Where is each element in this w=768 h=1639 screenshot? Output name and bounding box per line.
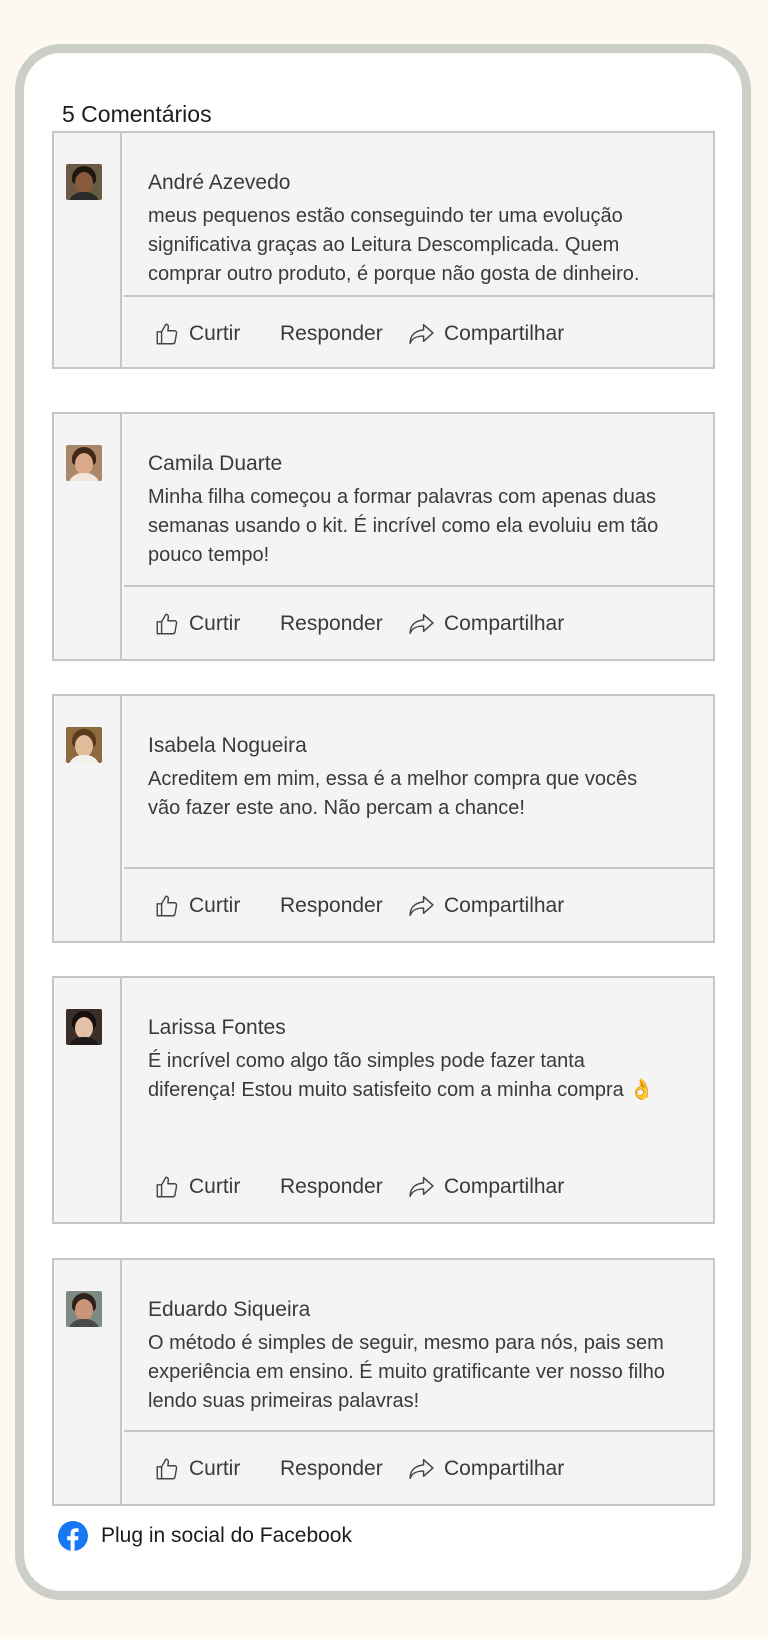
reply-label: Responder	[280, 612, 383, 635]
comment-author[interactable]: Isabela Nogueira	[148, 734, 307, 758]
avatar[interactable]	[66, 1291, 102, 1327]
reply-button[interactable]: Responder	[280, 1432, 383, 1506]
share-button[interactable]: Compartilhar	[408, 587, 564, 661]
share-label: Compartilhar	[444, 322, 565, 345]
comment-author[interactable]: Camila Duarte	[148, 452, 282, 476]
like-button[interactable]: Curtir	[154, 869, 240, 943]
reply-button[interactable]: Responder	[280, 587, 383, 661]
comment-author[interactable]: André Azevedo	[148, 171, 290, 195]
thumbs-up-icon	[156, 323, 178, 345]
like-label: Curtir	[189, 612, 241, 635]
share-button[interactable]: Compartilhar	[408, 1432, 564, 1506]
like-label: Curtir	[189, 1457, 241, 1480]
reply-label: Responder	[280, 322, 383, 345]
avatar[interactable]	[66, 445, 102, 481]
comments-count: 5 Comentários	[62, 101, 212, 127]
share-button[interactable]: Compartilhar	[408, 869, 564, 943]
reply-label: Responder	[280, 1175, 383, 1198]
avatar[interactable]	[66, 1009, 102, 1045]
comment-item: Eduardo Siqueira O método é simples de s…	[52, 1258, 715, 1506]
thumbs-up-icon	[156, 1458, 178, 1480]
avatar[interactable]	[66, 727, 102, 763]
share-arrow-icon	[409, 1458, 434, 1480]
share-arrow-icon	[409, 323, 434, 345]
share-label: Compartilhar	[444, 612, 565, 635]
share-arrow-icon	[409, 1176, 434, 1198]
comment-item: André Azevedo meus pequenos estão conseg…	[52, 131, 715, 369]
reply-button[interactable]: Responder	[280, 869, 383, 943]
comment-author[interactable]: Eduardo Siqueira	[148, 1298, 310, 1322]
comment-text: meus pequenos estão conseguindo ter uma …	[148, 205, 640, 285]
comment-text: É incrível como algo tão simples pode fa…	[148, 1050, 655, 1101]
reply-button[interactable]: Responder	[280, 297, 383, 371]
like-label: Curtir	[189, 322, 241, 345]
reply-label: Responder	[280, 894, 383, 917]
comment-text: Acreditem em mim, essa é a melhor compra…	[148, 768, 638, 819]
thumbs-up-icon	[156, 613, 178, 635]
like-button[interactable]: Curtir	[154, 1432, 240, 1506]
share-label: Compartilhar	[444, 894, 565, 917]
share-button[interactable]: Compartilhar	[408, 1150, 564, 1224]
comment-author[interactable]: Larissa Fontes	[148, 1016, 286, 1040]
thumbs-up-icon	[156, 1176, 178, 1198]
reply-button[interactable]: Responder	[280, 1150, 383, 1224]
like-button[interactable]: Curtir	[154, 297, 240, 371]
footer-label: Plug in social do Facebook	[101, 1524, 352, 1547]
thumbs-up-icon	[156, 895, 178, 917]
share-arrow-icon	[409, 895, 434, 917]
reply-label: Responder	[280, 1457, 383, 1480]
facebook-plugin-footer[interactable]: Plug in social do Facebook	[58, 1520, 352, 1552]
facebook-icon	[58, 1521, 88, 1551]
like-label: Curtir	[189, 1175, 241, 1198]
share-button[interactable]: Compartilhar	[408, 297, 564, 371]
share-label: Compartilhar	[444, 1175, 565, 1198]
like-button[interactable]: Curtir	[154, 1150, 240, 1224]
comment-item: Camila Duarte Minha filha começou a form…	[52, 412, 715, 661]
share-arrow-icon	[409, 613, 434, 635]
like-button[interactable]: Curtir	[154, 587, 240, 661]
like-label: Curtir	[189, 894, 241, 917]
share-label: Compartilhar	[444, 1457, 565, 1480]
avatar[interactable]	[66, 164, 102, 200]
comment-item: Isabela Nogueira Acreditem em mim, essa …	[52, 694, 715, 943]
comment-item: Larissa Fontes É incrível como algo tão …	[52, 976, 715, 1224]
comment-text: Minha filha começou a formar palavras co…	[148, 486, 659, 566]
comment-text: O método é simples de seguir, mesmo para…	[148, 1332, 665, 1412]
